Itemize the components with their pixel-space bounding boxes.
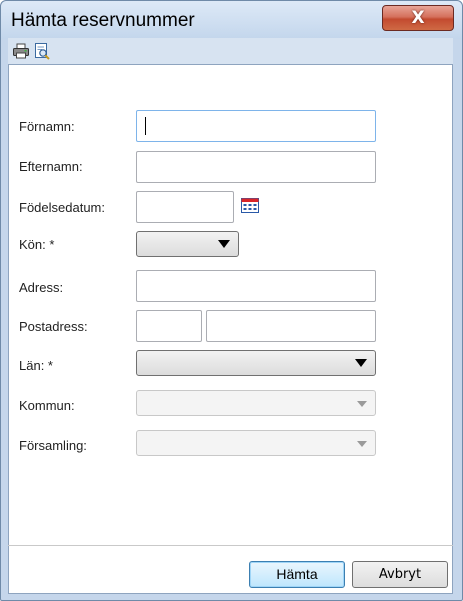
kon-select[interactable] — [136, 231, 239, 257]
label-fodelsedatum: Födelsedatum: — [19, 200, 105, 215]
label-efternamn: Efternamn: — [19, 159, 83, 174]
toolbar — [8, 38, 453, 64]
chevron-down-icon — [357, 441, 367, 447]
forsamling-select[interactable] — [136, 430, 376, 456]
avbryt-button[interactable]: Avbryt — [352, 561, 448, 588]
label-lan: Län: * — [19, 358, 53, 373]
calendar-icon[interactable] — [241, 198, 259, 213]
postnummer-input[interactable] — [136, 310, 202, 342]
label-fornamn: Förnamn: — [19, 119, 75, 134]
label-kommun: Kommun: — [19, 398, 75, 413]
print-preview-icon[interactable] — [33, 42, 51, 60]
title-bar[interactable]: Hämta reservnummer X — [1, 1, 462, 39]
adress-input[interactable] — [136, 270, 376, 302]
efternamn-input[interactable] — [136, 151, 376, 183]
kommun-select[interactable] — [136, 390, 376, 416]
fornamn-input[interactable] — [136, 110, 376, 142]
chevron-down-icon — [357, 401, 367, 407]
lan-select[interactable] — [136, 350, 376, 376]
fodelsedatum-input[interactable] — [136, 191, 234, 223]
window-title: Hämta reservnummer — [11, 10, 195, 31]
hamta-button[interactable]: Hämta — [249, 561, 345, 588]
close-button[interactable]: X — [382, 5, 454, 31]
printer-icon[interactable] — [12, 42, 30, 60]
chevron-down-icon — [218, 240, 230, 248]
label-adress: Adress: — [19, 280, 64, 295]
footer-divider — [8, 545, 453, 546]
label-kon: Kön: * — [19, 237, 55, 252]
label-postadress: Postadress: — [19, 319, 88, 334]
label-forsamling: Församling: — [19, 438, 87, 453]
text-cursor — [145, 117, 146, 135]
postort-input[interactable] — [206, 310, 376, 342]
chevron-down-icon — [355, 359, 367, 367]
